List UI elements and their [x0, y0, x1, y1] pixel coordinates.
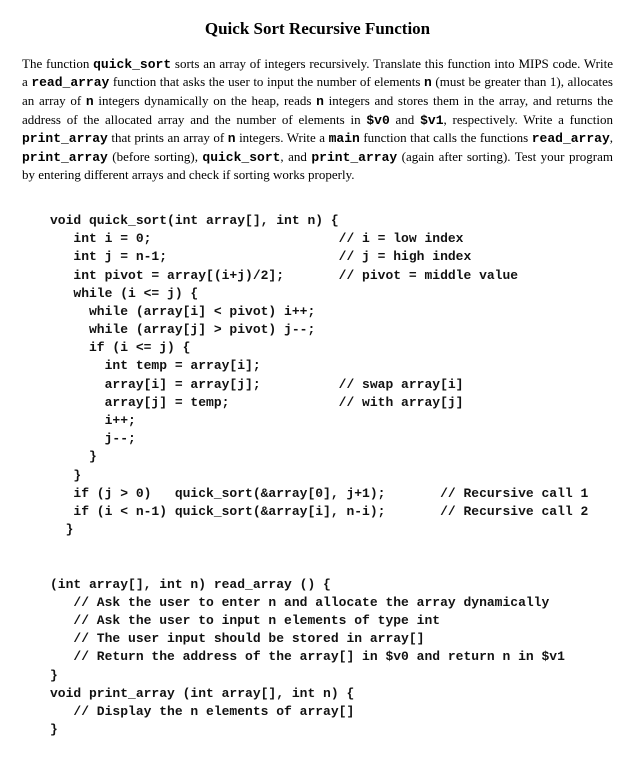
code-term: main [329, 131, 360, 146]
code-term: quick_sort [93, 57, 171, 72]
code-line: j--; [50, 431, 136, 446]
code-line: // Ask the user to enter n and allocate … [50, 595, 549, 610]
code-line: } [50, 468, 81, 483]
code-term: print_array [311, 150, 397, 165]
intro-text: , respectively. Write a function [444, 112, 614, 127]
intro-text: function that asks the user to input the… [109, 74, 424, 89]
code-line: } [50, 522, 73, 537]
intro-paragraph: The function quick_sort sorts an array o… [22, 55, 613, 184]
code-term: n [424, 75, 432, 90]
code-term: $v0 [366, 113, 389, 128]
code-line: int j = n-1; // j = high index [50, 249, 471, 264]
code-term: $v1 [420, 113, 443, 128]
code-line: array[i] = array[j]; // swap array[i] [50, 377, 463, 392]
code-line: void print_array (int array[], int n) { [50, 686, 354, 701]
code-line: // The user input should be stored in ar… [50, 631, 424, 646]
code-line: while (i <= j) { [50, 286, 198, 301]
intro-text: integers. Write a [236, 130, 329, 145]
code-line: // Display the n elements of array[] [50, 704, 354, 719]
intro-text: that prints an array of [108, 130, 228, 145]
code-line: while (array[j] > pivot) j--; [50, 322, 315, 337]
code-term: print_array [22, 150, 108, 165]
code-line: // Return the address of the array[] in … [50, 649, 565, 664]
code-block: void quick_sort(int array[], int n) { in… [50, 194, 613, 740]
code-line: } [50, 668, 58, 683]
code-line: i++; [50, 413, 136, 428]
code-line: (int array[], int n) read_array () { [50, 577, 331, 592]
code-term: read_array [31, 75, 109, 90]
code-term: n [316, 94, 324, 109]
code-line: int temp = array[i]; [50, 358, 261, 373]
intro-text: The function [22, 56, 93, 71]
code-term: n [86, 94, 94, 109]
code-line: } [50, 449, 97, 464]
code-line: if (i < n-1) quick_sort(&array[i], n-i);… [50, 504, 588, 519]
code-line: if (i <= j) { [50, 340, 190, 355]
intro-text: (before sorting), [108, 149, 203, 164]
page-title: Quick Sort Recursive Function [22, 18, 613, 41]
code-term: n [228, 131, 236, 146]
code-term: quick_sort [202, 150, 280, 165]
code-line: int pivot = array[(i+j)/2]; // pivot = m… [50, 268, 518, 283]
intro-text: , and [280, 149, 311, 164]
code-line: // Ask the user to input n elements of t… [50, 613, 440, 628]
code-term: print_array [22, 131, 108, 146]
code-line: void quick_sort(int array[], int n) { [50, 213, 339, 228]
code-line: int i = 0; // i = low index [50, 231, 463, 246]
intro-text: and [390, 112, 420, 127]
code-line: while (array[i] < pivot) i++; [50, 304, 315, 319]
code-term: read_array [532, 131, 610, 146]
intro-text: function that calls the functions [360, 130, 532, 145]
intro-text: integers dynamically on the heap, reads [94, 93, 316, 108]
intro-text: , [610, 130, 613, 145]
code-line: array[j] = temp; // with array[j] [50, 395, 463, 410]
code-line: if (j > 0) quick_sort(&array[0], j+1); /… [50, 486, 588, 501]
code-line: } [50, 722, 58, 737]
